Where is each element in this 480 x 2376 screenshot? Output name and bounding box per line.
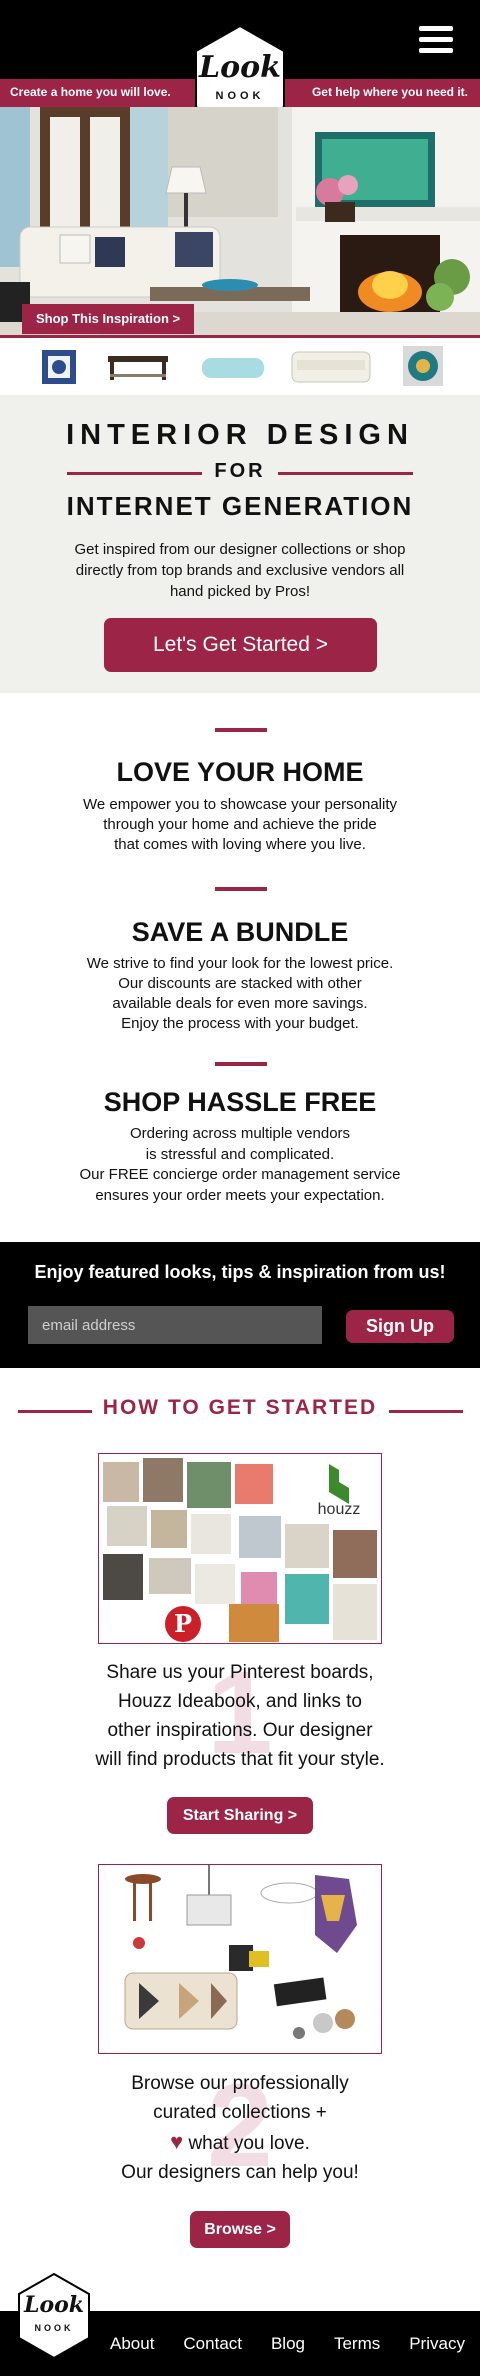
feature-line: is stressful and complicated.	[145, 1145, 335, 1163]
logo-script: Look	[199, 50, 281, 85]
step-line: ♥ what you love.	[60, 2127, 420, 2158]
step-line-text: what you love.	[188, 2133, 310, 2154]
how-rule-right	[389, 1410, 463, 1413]
feature-title: LOVE YOUR HOME	[116, 757, 364, 787]
newsletter-title: Enjoy featured looks, tips & inspiration…	[34, 1262, 446, 1282]
step-text: Browse our professionally curated collec…	[60, 2069, 420, 2187]
heart-icon: ♥	[170, 2129, 184, 2154]
featured-products-strip	[0, 338, 480, 395]
step-line: Browse our professionally	[131, 2073, 349, 2094]
feature-line: ensures your order meets your expectatio…	[95, 1186, 385, 1204]
how-title: HOW TO GET STARTED	[102, 1396, 378, 1419]
intro-heading-line3: INTERNET GENERATION	[66, 491, 414, 521]
feature-text: We strive to find your look for the lowe…	[50, 954, 430, 1034]
feature-text: We empower you to showcase your personal…	[50, 795, 430, 855]
feature-line: Our discounts are stacked with other	[118, 975, 362, 992]
step-text: Share us your Pinterest boards, Houzz Id…	[60, 1658, 420, 1774]
pillow-product[interactable]	[42, 350, 76, 384]
intro-description: Get inspired from our designer collectio…	[74, 541, 406, 600]
logo-caps: NOOK	[215, 90, 265, 102]
feature-line: We strive to find your look for the lowe…	[86, 955, 394, 972]
footer-logo-caps: NOOK	[34, 2323, 74, 2333]
footer-nav: About Contact Blog Terms Privacy	[110, 2334, 465, 2354]
feature-line: Ordering across multiple vendors	[129, 1125, 351, 1142]
footer-logo-script: Look	[23, 2292, 85, 2318]
footer-link-terms[interactable]: Terms	[334, 2334, 380, 2354]
tagline-right: Get help where you need it.	[311, 85, 468, 99]
feature-title: SHOP HASSLE FREE	[103, 1087, 377, 1117]
intro-section: INTERIOR DESIGN FOR INTERNET GENERATION …	[0, 395, 480, 693]
svg-text:P: P	[174, 1609, 192, 1638]
feature-divider	[215, 887, 267, 891]
signup-button[interactable]: Sign Up	[346, 1310, 454, 1343]
step-line: other inspirations. Our designer	[107, 1720, 373, 1741]
intro-rule-right	[278, 472, 413, 475]
collections-collage	[98, 1864, 382, 2054]
footer-link-contact[interactable]: Contact	[183, 2334, 242, 2354]
bolster-pillow-product[interactable]	[202, 358, 264, 378]
houzz-wordmark: houzz	[318, 1501, 361, 1518]
shop-inspiration-button[interactable]: Shop This Inspiration >	[22, 304, 194, 334]
decor-plate-product[interactable]	[403, 346, 443, 386]
footer-link-about[interactable]: About	[110, 2334, 154, 2354]
feature-line: that comes with loving where you live.	[114, 836, 366, 853]
start-sharing-button[interactable]: Start Sharing >	[167, 1797, 313, 1834]
hero-image: Shop This Inspiration >	[0, 107, 480, 337]
step-line: Houzz Ideabook, and links to	[118, 1691, 362, 1712]
inspiration-collage: P houzz	[98, 1453, 382, 1644]
coffee-table-product[interactable]	[108, 356, 168, 380]
intro-heading-line1: INTERIOR DESIGN	[66, 419, 414, 451]
feature-line: Enjoy the process with your budget.	[121, 1015, 359, 1032]
step-line: will find products that fit your style.	[95, 1749, 385, 1770]
sofa-product[interactable]	[291, 351, 371, 383]
feature-text: Ordering across multiple vendors is stre…	[50, 1124, 430, 1206]
footer-link-privacy[interactable]: Privacy	[409, 2334, 465, 2354]
email-input[interactable]	[28, 1306, 322, 1344]
feature-line: We empower you to showcase your personal…	[82, 796, 398, 813]
footer-link-blog[interactable]: Blog	[271, 2334, 305, 2354]
step-line: Share us your Pinterest boards,	[106, 1662, 374, 1683]
feature-line: through your home and achieve the pride	[103, 816, 377, 833]
tagline-left: Create a home you will love.	[10, 85, 171, 99]
houzz-icon	[329, 1464, 349, 1504]
feature-title: SAVE A BUNDLE	[131, 917, 349, 947]
hamburger-menu-icon[interactable]	[419, 26, 453, 54]
browse-button[interactable]: Browse >	[190, 2211, 290, 2248]
feature-divider	[215, 1062, 267, 1066]
feature-divider	[215, 728, 267, 732]
feature-line: available deals for even more savings.	[112, 995, 368, 1012]
get-started-button[interactable]: Let's Get Started >	[104, 618, 377, 672]
footer-logo[interactable]: Look NOOK	[16, 2272, 92, 2360]
step-line: curated collections +	[153, 2102, 327, 2123]
feature-line: Our FREE concierge order management serv…	[79, 1166, 401, 1183]
newsletter-section: Enjoy featured looks, tips & inspiration…	[0, 1242, 480, 1368]
step-line: Our designers can help you!	[121, 2162, 359, 2183]
